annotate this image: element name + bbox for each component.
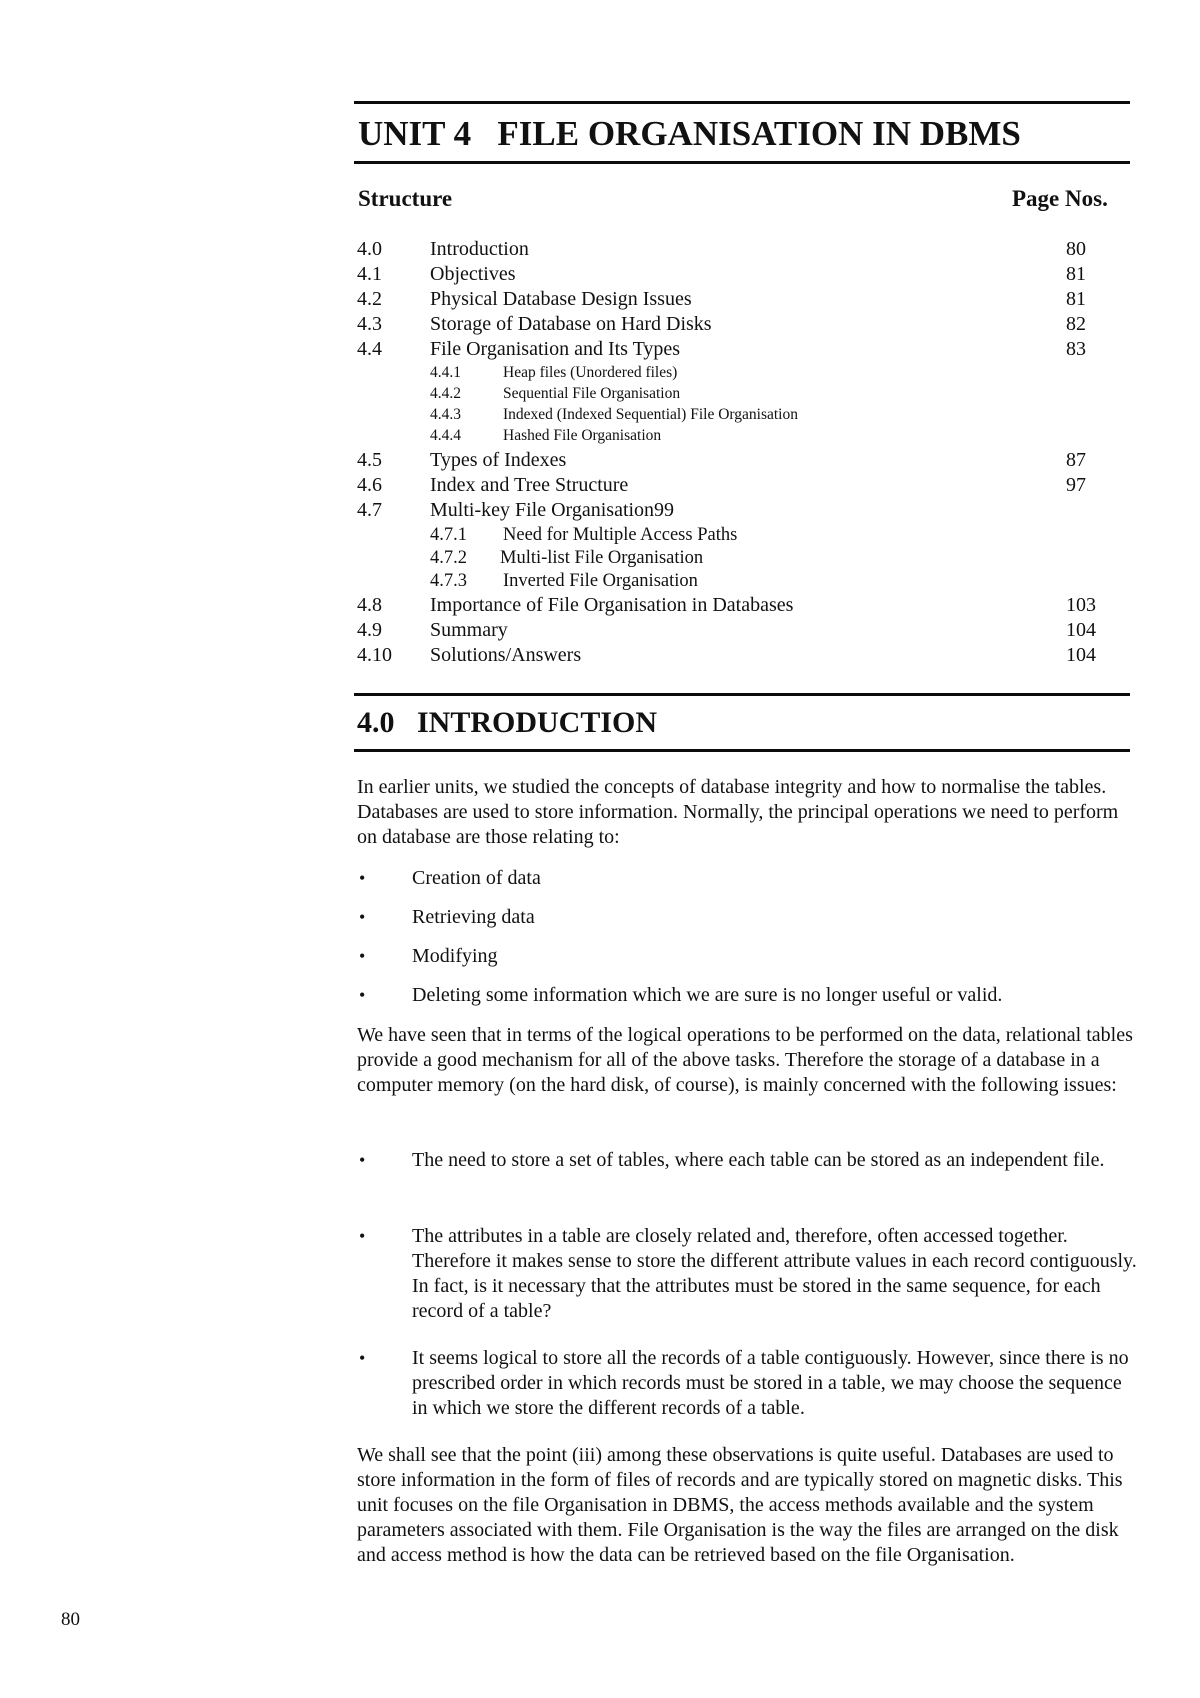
- title-bottom-rule: [354, 161, 1130, 164]
- bullet-icon: •: [359, 985, 366, 1005]
- issue-list-item: • The attributes in a table are closely r…: [357, 1224, 1137, 1324]
- section-number: 4.0: [357, 706, 395, 739]
- toc-title: Solutions/Answers: [430, 644, 582, 666]
- toc-num: 4.10: [357, 644, 392, 666]
- toc-title: Storage of Database on Hard Disks: [430, 313, 712, 335]
- storage-paragraph: We have seen that in terms of the logica…: [357, 1024, 1133, 1096]
- section-heading: 4.0 INTRODUCTION: [357, 702, 657, 744]
- toc-page: 81: [1066, 263, 1086, 285]
- toc-page: 103: [1066, 594, 1096, 616]
- list-item-text: Retrieving data: [412, 906, 535, 928]
- toc-num: 4.4.4: [430, 427, 461, 444]
- list-item-text: Modifying: [412, 945, 498, 967]
- toc-title: Summary: [430, 619, 508, 641]
- list-item-text: Creation of data: [412, 867, 541, 889]
- toc-num: 4.4.2: [430, 385, 461, 402]
- toc-num: 4.7.3: [430, 571, 467, 591]
- toc-title: Index and Tree Structure: [430, 474, 629, 496]
- toc-num: 4.5: [357, 449, 382, 471]
- issue-list-item: • The need to store a set of tables, wher…: [357, 1148, 1137, 1173]
- page-number: 80: [61, 1609, 80, 1630]
- conclusion-paragraph: We shall see that the point (iii) among …: [357, 1444, 1123, 1566]
- toc-page: 87: [1066, 449, 1086, 471]
- toc-num: 4.2: [357, 288, 382, 310]
- toc-num: 4.6: [357, 474, 382, 496]
- bullet-icon: •: [359, 907, 366, 927]
- operation-list-item: • Deleting some information which we are …: [357, 983, 1137, 1008]
- top-rule: [354, 101, 1130, 104]
- unit-title-text: FILE ORGANISATION IN DBMS: [497, 114, 1021, 153]
- toc-num: 4.3: [357, 313, 382, 335]
- toc-num: 4.4: [357, 338, 382, 360]
- toc-title: Types of Indexes: [430, 449, 567, 471]
- toc-page: 83: [1066, 338, 1086, 360]
- toc-num: 4.9: [357, 619, 382, 641]
- toc-num: 4.7.1: [430, 525, 467, 545]
- toc-num: 4.8: [357, 594, 382, 616]
- toc-title: Indexed (Indexed Sequential) File Organi…: [503, 406, 798, 423]
- intro-paragraph: In earlier units, we studied the concept…: [357, 776, 1119, 848]
- toc-title: Inverted File Organisation: [503, 571, 698, 591]
- toc-title: Heap files (Unordered files): [503, 364, 678, 381]
- toc-num: 4.7: [357, 499, 382, 521]
- unit-label: UNIT 4: [358, 114, 472, 153]
- toc-title: Multi-key File Organisation99: [430, 499, 675, 521]
- section-bottom-rule: [354, 749, 1130, 752]
- toc-page: 81: [1066, 288, 1086, 310]
- bullet-icon: •: [359, 1150, 366, 1170]
- unit-title: UNIT 4 FILE ORGANISATION IN DBMS: [358, 110, 1021, 158]
- toc-title: Multi-list File Organisation: [500, 548, 704, 568]
- operation-list-item: • Creation of data: [357, 866, 1137, 891]
- toc-page: 104: [1066, 619, 1096, 641]
- list-item-text: It seems logical to store all the record…: [412, 1347, 1129, 1419]
- page-nos-heading: Page Nos.: [1012, 186, 1108, 211]
- toc-title: Objectives: [430, 263, 516, 285]
- list-item-text: The need to store a set of tables, where…: [412, 1149, 1105, 1171]
- toc-title: Hashed File Organisation: [503, 427, 662, 444]
- operation-list-item: • Modifying: [357, 944, 1137, 969]
- section-title-text: INTRODUCTION: [417, 706, 658, 739]
- section-top-rule: [354, 693, 1130, 696]
- toc-title: Need for Multiple Access Paths: [503, 525, 738, 545]
- toc-num: 4.1: [357, 263, 382, 285]
- issue-list-item: • It seems logical to store all the recor…: [357, 1346, 1137, 1421]
- toc-title: Importance of File Organisation in Datab…: [430, 594, 794, 616]
- toc-page: 104: [1066, 644, 1096, 666]
- list-item-text: Deleting some information which we are s…: [412, 984, 1003, 1006]
- toc-title: Sequential File Organisation: [503, 385, 681, 402]
- toc-num: 4.0: [357, 238, 382, 260]
- toc-title: Physical Database Design Issues: [430, 288, 692, 310]
- list-item-text: The attributes in a table are closely re…: [412, 1225, 1137, 1322]
- toc-num: 4.4.3: [430, 406, 461, 423]
- structure-heading: Structure: [358, 186, 453, 211]
- toc-page: 80: [1066, 238, 1086, 260]
- bullet-icon: •: [359, 946, 366, 966]
- toc-page: 97: [1066, 474, 1086, 496]
- toc-num: 4.4.1: [430, 364, 461, 381]
- bullet-icon: •: [359, 868, 366, 888]
- toc-title: Introduction: [430, 238, 529, 260]
- operation-list-item: • Retrieving data: [357, 905, 1137, 930]
- bullet-icon: •: [359, 1348, 366, 1368]
- toc-title: File Organisation and Its Types: [430, 338, 681, 360]
- toc-num: 4.7.2: [430, 548, 467, 568]
- bullet-icon: •: [359, 1226, 366, 1246]
- toc-page: 82: [1066, 313, 1086, 335]
